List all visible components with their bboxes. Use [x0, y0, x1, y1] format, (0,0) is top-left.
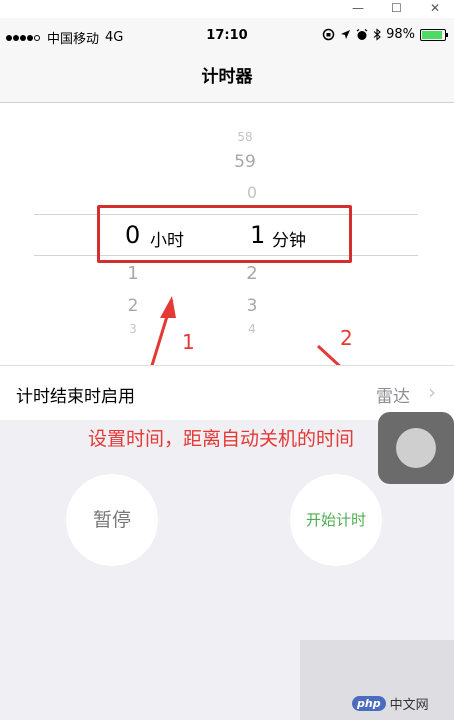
- watermark: php 中文网: [352, 694, 429, 713]
- annotation-arrows: [148, 296, 362, 386]
- row-label: 计时结束时启用: [16, 387, 135, 407]
- pause-button[interactable]: 暂停: [66, 474, 158, 566]
- watermark-logo: php: [352, 696, 386, 711]
- assistive-touch-button[interactable]: [378, 412, 454, 484]
- annotation-number-2: 2: [340, 326, 353, 350]
- row-value: 雷达: [376, 387, 410, 407]
- annotation-number-1: 1: [182, 330, 195, 354]
- arrow-1-head: [160, 296, 176, 318]
- watermark-text: 中文网: [389, 698, 429, 713]
- annotation-note: 设置时间，距离自动关机的时间: [88, 428, 355, 450]
- start-button[interactable]: 开始计时: [290, 474, 382, 566]
- chevron-right-icon: ›: [428, 380, 436, 404]
- assistive-touch-icon: [396, 428, 436, 468]
